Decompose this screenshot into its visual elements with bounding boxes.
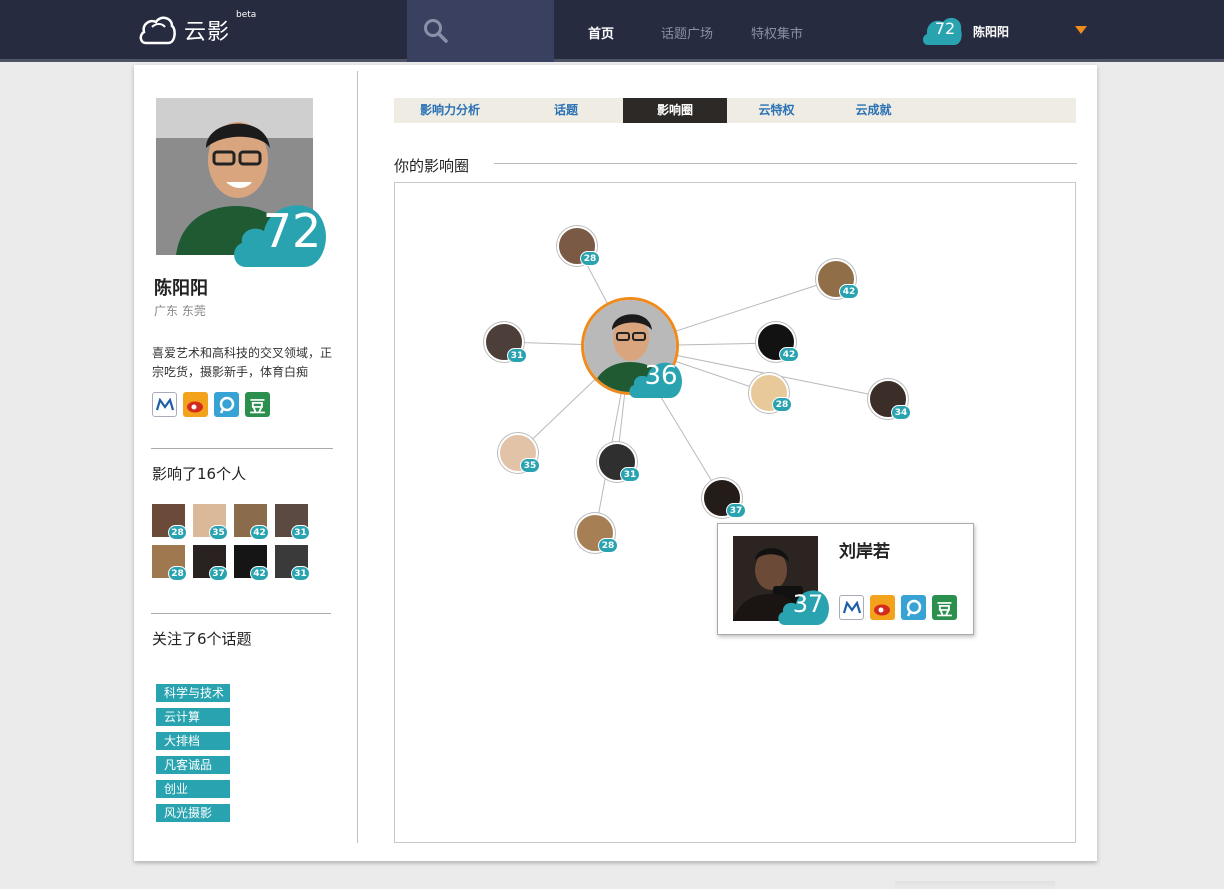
influenced-person[interactable]: 31 bbox=[275, 545, 310, 581]
tab-topics[interactable]: 话题 bbox=[526, 98, 606, 123]
node-score: 31 bbox=[507, 348, 527, 363]
douban-label: 豆 bbox=[249, 396, 266, 416]
column-divider bbox=[357, 71, 358, 843]
node-score: 42 bbox=[839, 284, 859, 299]
person-popup-card[interactable]: 37 刘岸若 豆 bbox=[717, 523, 974, 635]
node-score: 37 bbox=[726, 503, 746, 518]
user-score-badge[interactable]: 72 bbox=[921, 14, 962, 46]
qq-icon[interactable] bbox=[901, 595, 926, 620]
person-score: 37 bbox=[209, 566, 228, 581]
influenced-person[interactable]: 28 bbox=[152, 545, 187, 581]
topic-tag[interactable]: 科学与技术 bbox=[156, 684, 230, 702]
renren-icon[interactable] bbox=[152, 392, 177, 417]
nav-privilege-market[interactable]: 特权集市 bbox=[751, 23, 803, 42]
topic-tag[interactable]: 创业 bbox=[156, 780, 230, 798]
node-score: 28 bbox=[598, 538, 618, 553]
nav-home[interactable]: 首页 bbox=[588, 23, 614, 42]
app-logo[interactable]: 云影 beta bbox=[138, 10, 256, 48]
influenced-person[interactable]: 42 bbox=[234, 504, 269, 540]
influenced-person[interactable]: 42 bbox=[234, 545, 269, 581]
node-score: 34 bbox=[891, 405, 911, 420]
weibo-icon[interactable] bbox=[183, 392, 208, 417]
sidebar-divider bbox=[151, 613, 331, 614]
section-divider bbox=[494, 163, 1077, 164]
user-score: 72 bbox=[934, 19, 956, 38]
profile-name: 陈阳阳 bbox=[154, 278, 208, 299]
topic-tag[interactable]: 凡客诚品 bbox=[156, 756, 230, 774]
douban-icon[interactable]: 豆 bbox=[932, 595, 957, 620]
logo-text: 云影 bbox=[184, 20, 231, 45]
node-score: 42 bbox=[779, 347, 799, 362]
search-box[interactable] bbox=[407, 0, 554, 62]
influenced-person[interactable]: 31 bbox=[275, 504, 310, 540]
node-score: 28 bbox=[580, 251, 600, 266]
qq-icon[interactable] bbox=[214, 392, 239, 417]
influence-graph: 28 42 31 42 28 34 35 31 37 28 36 37 刘岸若 … bbox=[394, 182, 1076, 843]
person-score: 28 bbox=[168, 525, 187, 540]
profile-score: 72 bbox=[262, 204, 322, 258]
profile-card: 72 陈阳阳 广东 东莞 喜爱艺术和高科技的交叉领域，正宗吃货，摄影新手，体育白… bbox=[134, 65, 1097, 861]
tab-influence-circle[interactable]: 影响圈 bbox=[623, 98, 727, 123]
influenced-person[interactable]: 28 bbox=[152, 504, 187, 540]
user-name[interactable]: 陈阳阳 bbox=[973, 23, 1009, 40]
person-score: 28 bbox=[168, 566, 187, 581]
person-score: 31 bbox=[291, 566, 310, 581]
douban-icon[interactable]: 豆 bbox=[245, 392, 270, 417]
topic-tag[interactable]: 云计算 bbox=[156, 708, 230, 726]
node-score: 31 bbox=[620, 467, 640, 482]
person-score: 42 bbox=[250, 525, 269, 540]
profile-tabs: 影响力分析 话题 影响圈 云特权 云成就 bbox=[394, 98, 1076, 123]
beta-label: beta bbox=[236, 10, 257, 20]
tab-influence-analysis[interactable]: 影响力分析 bbox=[408, 98, 492, 123]
center-node-score: 36 bbox=[644, 361, 678, 391]
tab-cloud-achievements[interactable]: 云成就 bbox=[836, 98, 911, 123]
tab-cloud-privileges[interactable]: 云特权 bbox=[739, 98, 814, 123]
person-score: 35 bbox=[209, 525, 228, 540]
cloud-logo-icon bbox=[139, 16, 176, 45]
social-accounts: 豆 bbox=[152, 392, 270, 417]
sidebar-divider bbox=[151, 448, 333, 449]
node-score: 28 bbox=[772, 397, 792, 412]
popup-score: 37 bbox=[792, 590, 824, 618]
chevron-down-icon[interactable] bbox=[1075, 26, 1087, 34]
background-shadow bbox=[895, 881, 1055, 889]
followed-topics-title: 关注了6个话题 bbox=[152, 630, 252, 648]
search-icon[interactable] bbox=[423, 18, 449, 44]
popup-social-accounts: 豆 bbox=[839, 595, 957, 620]
popup-name: 刘岸若 bbox=[839, 542, 890, 562]
influenced-person[interactable]: 37 bbox=[193, 545, 228, 581]
influenced-count-title: 影响了16个人 bbox=[152, 465, 247, 483]
weibo-icon[interactable] bbox=[870, 595, 895, 620]
profile-bio: 喜爱艺术和高科技的交叉领域，正宗吃货，摄影新手，体育白痴 bbox=[152, 346, 333, 379]
influenced-person[interactable]: 35 bbox=[193, 504, 228, 540]
node-score: 35 bbox=[520, 458, 540, 473]
nav-topic-square[interactable]: 话题广场 bbox=[661, 23, 713, 42]
person-score: 42 bbox=[250, 566, 269, 581]
topic-tag-list: 科学与技术 云计算 大排档 凡客诚品 创业 风光摄影 bbox=[156, 684, 230, 822]
renren-icon[interactable] bbox=[839, 595, 864, 620]
top-navigation-bar: 云影 beta 首页 话题广场 特权集市 72 陈阳阳 bbox=[0, 0, 1224, 62]
topic-tag[interactable]: 大排档 bbox=[156, 732, 230, 750]
person-score: 31 bbox=[291, 525, 310, 540]
influenced-people-grid: 28 35 42 31 28 37 42 31 bbox=[152, 504, 310, 581]
section-title: 你的影响圈 bbox=[394, 157, 470, 175]
profile-location: 广东 东莞 bbox=[154, 304, 206, 318]
topic-tag[interactable]: 风光摄影 bbox=[156, 804, 230, 822]
douban-label: 豆 bbox=[936, 599, 953, 619]
